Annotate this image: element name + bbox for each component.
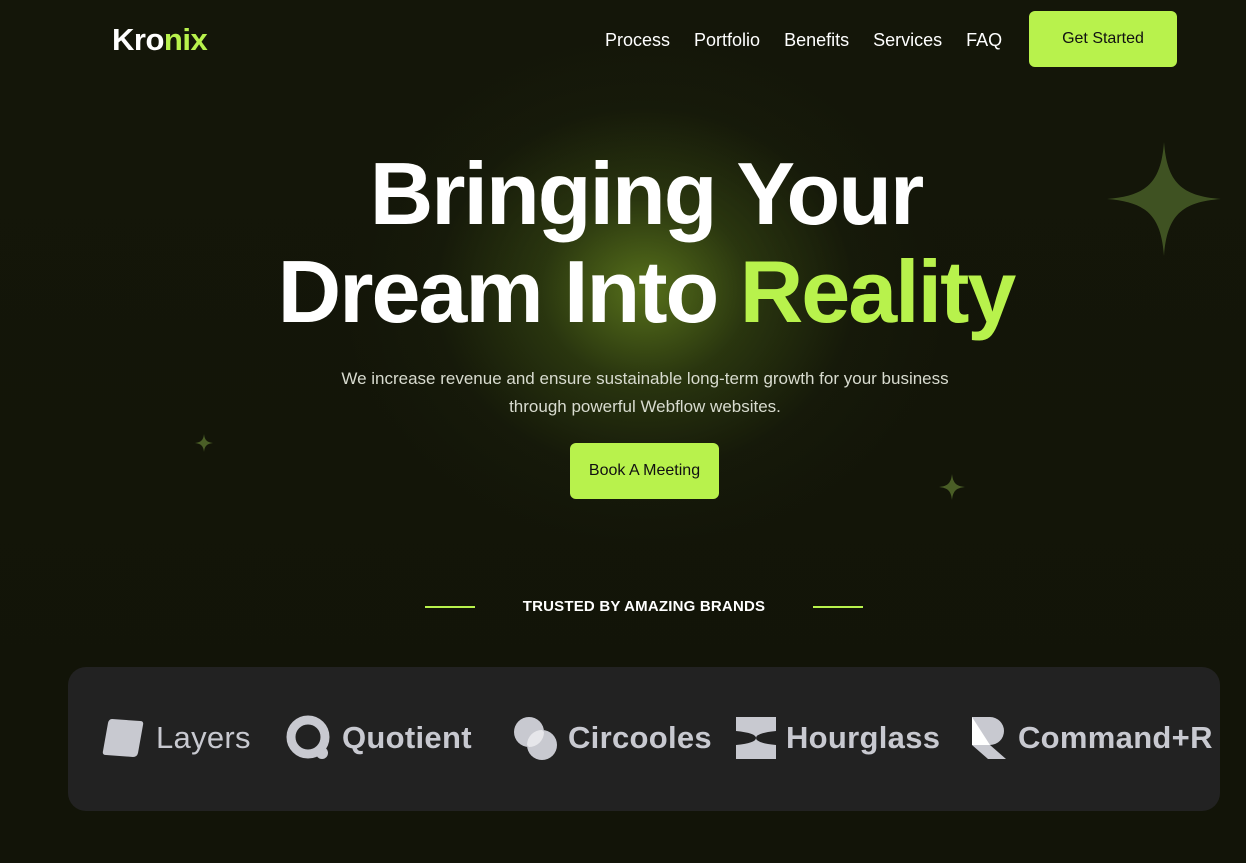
nav-link-process[interactable]: Process [605,29,670,51]
hero-title-line2: Dream Into [277,242,740,341]
trusted-brands-heading: TRUSTED BY AMAZING BRANDS [425,597,863,617]
navbar: Kronix Process Portfolio Benefits Servic… [0,0,1246,80]
logo-text-part2: nix [163,22,208,57]
brand-name: Circooles [568,720,712,755]
brand-layers: Layers [100,715,251,761]
logo-text-part1: Kro [112,22,164,57]
quotient-logo-icon [286,715,330,759]
brand-hourglass: Hourglass [736,715,940,761]
hero-title-line1: Bringing Your [369,144,924,243]
brand-name: Layers [156,720,251,755]
hero-title-accent: Reality [739,242,1017,341]
small-sparkle-icon [195,434,213,452]
kronix-logo[interactable]: Kronix [112,20,208,60]
brand-logos-strip: Layers Quotient Circooles Hourglass Comm… [68,667,1220,811]
nav-links: Process Portfolio Benefits Services FAQ [605,29,1026,51]
hero-title: Bringing Your Dream Into Reality [0,145,1246,341]
hourglass-logo-icon [736,717,776,759]
divider-line [813,606,863,608]
brand-name: Command+R [1018,720,1213,755]
nav-link-benefits[interactable]: Benefits [784,29,849,51]
nav-link-services[interactable]: Services [873,29,942,51]
nav-link-faq[interactable]: FAQ [966,29,1002,51]
layers-logo-icon [102,719,144,757]
trusted-heading-text: TRUSTED BY AMAZING BRANDS [522,598,766,615]
nav-link-portfolio[interactable]: Portfolio [694,29,760,51]
brand-name: Hourglass [786,720,941,755]
brand-command-r: Command+R [970,715,1213,761]
command-r-logo-icon [972,717,1006,759]
brand-name: Quotient [342,720,472,755]
book-meeting-button[interactable]: Book A Meeting [570,443,719,499]
brand-quotient: Quotient [286,715,472,761]
small-sparkle-icon [939,474,965,500]
circooles-logo-icon [514,717,557,760]
brand-circooles: Circooles [512,715,712,761]
get-started-button[interactable]: Get Started [1029,11,1177,67]
hero-subtitle: We increase revenue and ensure sustainab… [341,369,949,416]
